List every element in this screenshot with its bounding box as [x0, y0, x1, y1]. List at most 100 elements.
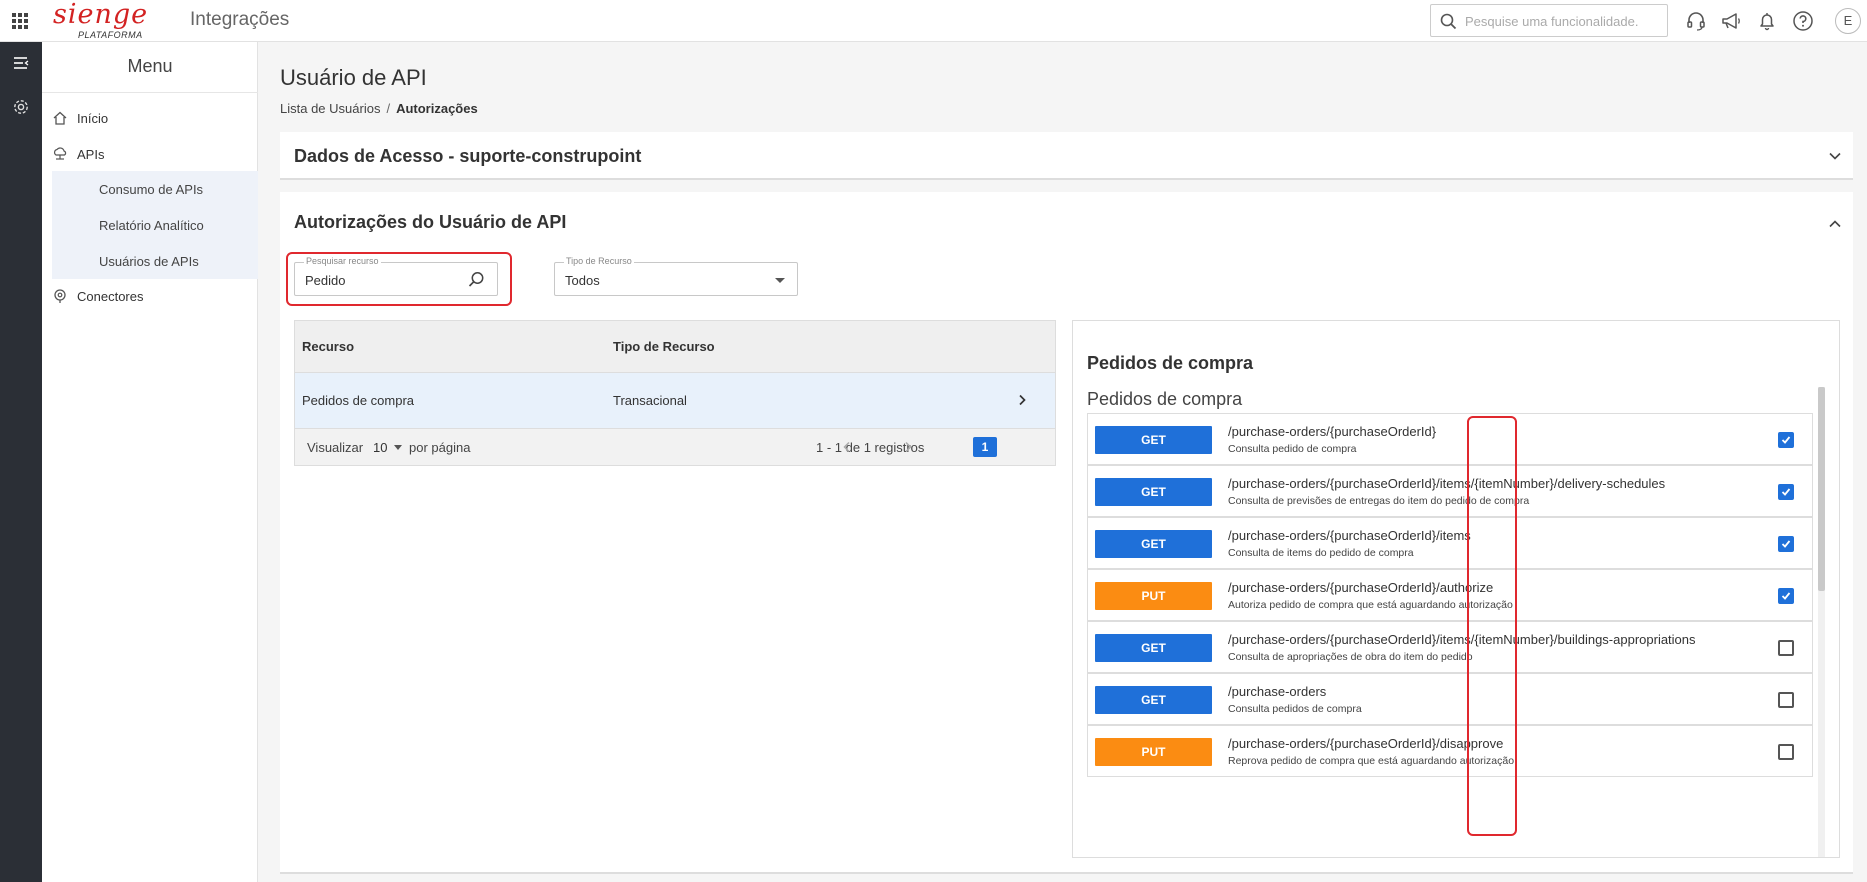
- headset-support-icon[interactable]: [1685, 10, 1707, 32]
- sidebar-item-conectores[interactable]: Conectores: [42, 280, 258, 312]
- sidebar-item-label: Início: [77, 111, 109, 126]
- global-search-input[interactable]: [1465, 11, 1661, 31]
- sidebar-item-label: Relatório Analítico: [99, 218, 204, 233]
- endpoint-checkbox[interactable]: [1778, 432, 1794, 448]
- resource-search-field[interactable]: Pesquisar recurso Pedido: [294, 256, 498, 296]
- caret-down-icon: [775, 278, 785, 283]
- endpoint-path: /purchase-orders/{purchaseOrderId}/items: [1228, 528, 1471, 543]
- table-pagination: Visualizar 10 por página 1 - 1 de 1 regi…: [295, 429, 1055, 465]
- row-type: Transacional: [613, 393, 687, 408]
- endpoint-checkbox[interactable]: [1778, 536, 1794, 552]
- access-data-panel[interactable]: Dados de Acesso - suporte-construpoint: [280, 132, 1853, 180]
- top-bar: sienge PLATAFORMA Integrações E: [0, 0, 1867, 42]
- endpoint-row: PUT /purchase-orders/{purchaseOrderId}/a…: [1087, 569, 1813, 621]
- resource-table: Recurso Tipo de Recurso Pedidos de compr…: [294, 320, 1056, 466]
- chevron-left-icon[interactable]: [840, 440, 854, 454]
- search-icon[interactable]: [467, 271, 485, 289]
- endpoint-path: /purchase-orders/{purchaseOrderId}/items…: [1228, 632, 1696, 647]
- endpoint-row: GET /purchase-orders/{purchaseOrderId} C…: [1087, 413, 1813, 465]
- endpoint-row: GET /purchase-orders/{purchaseOrderId}/i…: [1087, 621, 1813, 673]
- resource-type-label: Tipo de Recurso: [564, 256, 634, 266]
- per-page-suffix: por página: [409, 440, 471, 455]
- row-resource: Pedidos de compra: [302, 393, 415, 408]
- endpoint-path: /purchase-orders: [1228, 684, 1327, 699]
- table-header: Recurso Tipo de Recurso: [295, 321, 1055, 373]
- notifications-bell-icon[interactable]: [1756, 10, 1778, 32]
- sienge-logo[interactable]: sienge PLATAFORMA: [53, 1, 149, 41]
- menu-title: Menu: [127, 56, 173, 76]
- endpoint-row: GET /purchase-orders/{purchaseOrderId}/i…: [1087, 517, 1813, 569]
- sidebar-item-relatorio-analitico[interactable]: Relatório Analítico: [52, 207, 258, 243]
- megaphone-icon[interactable]: [1720, 10, 1742, 32]
- sidebar-item-label: Usuários de APIs: [99, 254, 199, 269]
- endpoint-description: Consulta de apropriações de obra do item…: [1228, 651, 1473, 663]
- global-search[interactable]: [1430, 4, 1668, 37]
- endpoint-checkbox[interactable]: [1778, 588, 1794, 604]
- user-avatar[interactable]: E: [1835, 8, 1861, 34]
- sidebar-item-label: Consumo de APIs: [99, 182, 204, 197]
- page-button-1[interactable]: 1: [973, 437, 997, 457]
- per-page-select[interactable]: 10: [373, 440, 403, 455]
- breadcrumb-separator: /: [386, 101, 391, 116]
- endpoint-description: Consulta pedido de compra: [1228, 443, 1357, 455]
- sidebar-item-inicio[interactable]: Início: [42, 102, 258, 134]
- authorizations-panel: Autorizações do Usuário de API Pesquisar…: [280, 192, 1853, 874]
- cloud-network-icon: [53, 147, 67, 160]
- breadcrumb-link-user-list[interactable]: Lista de Usuários: [280, 101, 380, 116]
- chevron-right-icon[interactable]: [901, 440, 915, 454]
- endpoint-path: /purchase-orders/{purchaseOrderId}/disap…: [1228, 736, 1504, 751]
- left-rail: [0, 42, 42, 882]
- page-title: Usuário de API: [280, 65, 427, 90]
- endpoint-checkbox[interactable]: [1778, 744, 1794, 760]
- column-header-recurso: Recurso: [302, 339, 355, 354]
- table-row[interactable]: Pedidos de compra Transacional: [295, 373, 1055, 429]
- method-badge: GET: [1095, 426, 1212, 454]
- sidebar-menu: Menu Início APIs Consumo de APIs Relatór…: [42, 42, 258, 882]
- logo-subtext: PLATAFORMA: [78, 30, 143, 40]
- sidebar-item-label: APIs: [77, 147, 105, 162]
- sidebar-item-apis[interactable]: APIs: [42, 138, 258, 170]
- method-badge: GET: [1095, 530, 1212, 558]
- resource-type-select[interactable]: Tipo de Recurso Todos: [554, 256, 798, 296]
- endpoint-checkbox[interactable]: [1778, 484, 1794, 500]
- apps-grid-icon[interactable]: [12, 13, 28, 29]
- resource-search-value: Pedido: [305, 273, 346, 288]
- endpoint-description: Consulta de items do pedido de compra: [1228, 547, 1414, 559]
- endpoint-description: Reprova pedido de compra que está aguard…: [1228, 755, 1515, 767]
- logo-text: sienge: [53, 0, 149, 30]
- resource-type-value: Todos: [565, 273, 600, 288]
- endpoint-row: GET /purchase-orders Consulta pedidos de…: [1087, 673, 1813, 725]
- show-label: Visualizar: [307, 440, 364, 455]
- sidebar-item-label: Conectores: [77, 289, 144, 304]
- method-badge: PUT: [1095, 738, 1212, 766]
- home-icon: [53, 111, 67, 125]
- method-badge: PUT: [1095, 582, 1212, 610]
- endpoint-checkbox[interactable]: [1778, 640, 1794, 656]
- access-panel-title: Dados de Acesso - suporte-construpoint: [294, 146, 642, 166]
- checkmark-icon: [1781, 592, 1791, 600]
- menu-toggle-icon[interactable]: [12, 54, 30, 72]
- sidebar-item-usuarios-de-apis[interactable]: Usuários de APIs: [52, 243, 258, 279]
- auth-panel-title: Autorizações do Usuário de API: [294, 212, 567, 232]
- chevron-right-icon[interactable]: [1015, 393, 1029, 407]
- scrollbar-thumb[interactable]: [1818, 387, 1825, 591]
- method-badge: GET: [1095, 686, 1212, 714]
- resource-detail-box: Pedidos de compra Pedidos de compra GET …: [1072, 320, 1840, 858]
- per-page-value: 10: [373, 440, 388, 455]
- sidebar-item-consumo-de-apis[interactable]: Consumo de APIs: [52, 171, 258, 207]
- help-icon[interactable]: [1792, 10, 1814, 32]
- menu-divider: [42, 92, 258, 93]
- endpoint-path: /purchase-orders/{purchaseOrderId}/autho…: [1228, 580, 1494, 595]
- endpoint-checkbox[interactable]: [1778, 692, 1794, 708]
- breadcrumb: Lista de Usuários / Autorizações: [280, 101, 478, 116]
- endpoint-description: Consulta de previsões de entregas do ite…: [1228, 495, 1530, 507]
- endpoint-description: Consulta pedidos de compra: [1228, 703, 1362, 715]
- endpoint-description: Autoriza pedido de compra que está aguar…: [1228, 599, 1513, 611]
- settings-gear-icon[interactable]: [12, 98, 30, 116]
- apis-submenu: Consumo de APIs Relatório Analítico Usuá…: [52, 171, 258, 279]
- method-badge: GET: [1095, 478, 1212, 506]
- endpoint-path: /purchase-orders/{purchaseOrderId}: [1228, 424, 1437, 439]
- chevron-up-icon[interactable]: [1827, 216, 1843, 232]
- chevron-down-icon[interactable]: [1827, 148, 1843, 164]
- endpoint-row: PUT /purchase-orders/{purchaseOrderId}/d…: [1087, 725, 1813, 777]
